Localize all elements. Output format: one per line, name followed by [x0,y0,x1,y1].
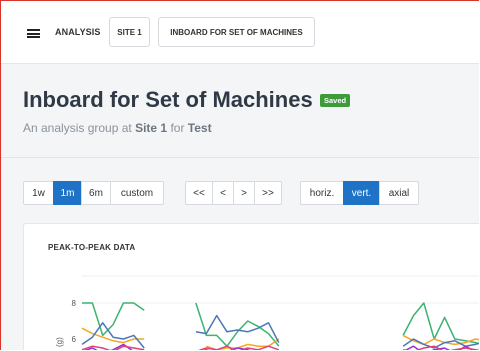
range-1m-button[interactable]: 1m [53,181,82,205]
last-page-button[interactable]: >> [254,181,282,205]
axis-selector: horiz. vert. axial [300,181,419,205]
breadcrumb-analysis[interactable]: ANALYSIS [55,27,100,37]
page-title: Inboard for Set of Machines [23,87,313,112]
range-6m-button[interactable]: 6m [81,181,111,205]
range-custom-button[interactable]: custom [110,181,164,205]
subtitle-prefix: An analysis group at [23,121,132,135]
axis-horiz-button[interactable]: horiz. [300,181,344,205]
peak-to-peak-chart: 8 6 (g) [55,275,479,350]
next-button[interactable]: > [233,181,255,205]
app-frame: ANALYSIS SITE 1 INBOARD FOR SET OF MACHI… [0,0,479,350]
y-tick-label: 8 [72,299,77,308]
axis-vert-button[interactable]: vert. [343,181,380,205]
top-bar: ANALYSIS SITE 1 INBOARD FOR SET OF MACHI… [1,1,479,64]
series-line-2 [81,327,479,350]
page-subtitle: An analysis group at Site 1 for Test [23,121,212,135]
subtitle-target[interactable]: Test [188,121,212,135]
range-selector: 1w 1m 6m custom [23,181,164,205]
breadcrumb-group[interactable]: INBOARD FOR SET OF MACHINES [158,17,315,47]
navigation-group: << < > >> [185,181,282,205]
y-tick-label: 6 [72,335,77,344]
saved-badge: Saved [320,94,351,107]
menu-icon[interactable] [27,29,40,38]
subtitle-for: for [170,121,185,135]
y-axis-label: (g) [55,337,64,347]
series-line-5 [81,345,479,350]
first-page-button[interactable]: << [185,181,213,205]
divider [1,157,479,158]
axis-axial-button[interactable]: axial [379,181,419,205]
chart-card: PEAK-TO-PEAK DATA 8 6 (g) [23,223,479,350]
previous-button[interactable]: < [212,181,234,205]
range-1w-button[interactable]: 1w [23,181,54,205]
subtitle-site[interactable]: Site 1 [135,121,167,135]
breadcrumb-site[interactable]: SITE 1 [109,17,150,47]
